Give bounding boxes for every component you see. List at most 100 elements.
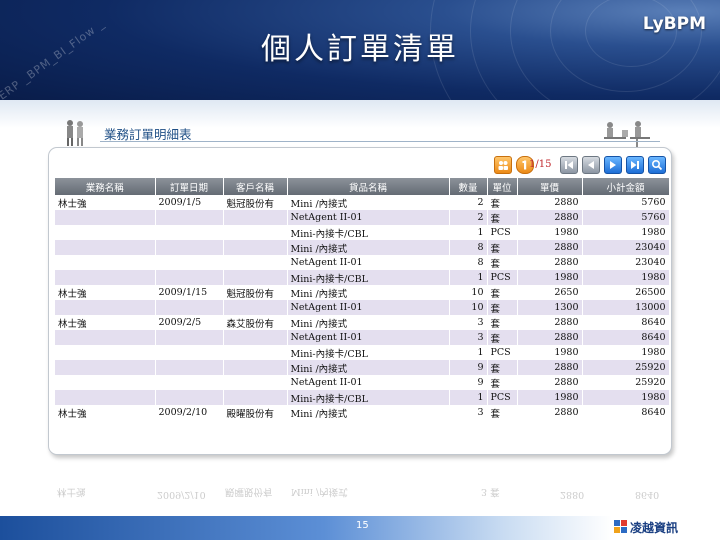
subtotal-cell: 8640 (582, 405, 670, 420)
table-row[interactable]: Mini-內接卡/CBL 1 PCS 1980 1980 (55, 270, 670, 285)
order-date-cell (155, 300, 224, 315)
table-row[interactable]: Mini /內接式 8 套 2880 23040 (55, 240, 670, 255)
table-row[interactable]: 林士強 2009/2/5 森艾股份有 Mini /內接式 3 套 2880 8640 (55, 315, 670, 330)
product-cell: NetAgent II-01 (287, 375, 450, 390)
order-date-cell (155, 390, 224, 405)
price-cell: 1980 (517, 270, 583, 285)
price-cell: 2880 (517, 405, 583, 420)
price-cell: 2880 (517, 360, 583, 375)
search-button[interactable] (648, 156, 666, 174)
last-page-button[interactable] (626, 156, 644, 174)
table-row[interactable]: Mini /內接式 9 套 2880 25920 (55, 360, 670, 375)
price-cell: 2880 (517, 210, 583, 225)
product-cell: Mini-內接卡/CBL (287, 270, 450, 285)
price-cell: 1980 (517, 345, 583, 360)
qty-cell: 9 (449, 360, 488, 375)
header-banner: ERP _BPM_BI_Flow _ 個人訂單清單 LyBPM (0, 0, 720, 112)
prev-page-button[interactable] (582, 156, 600, 174)
table-row[interactable]: Mini-內接卡/CBL 1 PCS 1980 1980 (55, 390, 670, 405)
unit-cell: 套 (487, 210, 518, 225)
column-header[interactable]: 數量 (449, 178, 488, 195)
unit-cell: 套 (487, 195, 518, 210)
table-row[interactable]: 林士強 2009/1/5 魁冠股份有 Mini /內接式 2 套 2880 5760 (55, 195, 670, 210)
sales-rep-cell (55, 255, 156, 270)
column-header[interactable]: 客戶名稱 (223, 178, 288, 195)
table-row[interactable]: NetAgent II-01 10 套 1300 13000 (55, 300, 670, 315)
sales-rep-cell (55, 300, 156, 315)
first-page-icon (565, 161, 573, 169)
column-header[interactable]: 業務名稱 (55, 178, 156, 195)
qty-cell: 3 (449, 315, 488, 330)
unit-cell: 套 (487, 405, 518, 420)
qty-cell: 10 (449, 300, 488, 315)
column-header[interactable]: 小計金額 (582, 178, 670, 195)
product-cell: Mini-內接卡/CBL (287, 225, 450, 240)
column-header[interactable]: 單位 (487, 178, 518, 195)
brand-label: LyBPM (642, 14, 706, 34)
group-icon (498, 161, 508, 170)
price-cell: 1980 (517, 225, 583, 240)
unit-cell: PCS (487, 225, 518, 240)
table-row[interactable]: NetAgent II-01 8 套 2880 23040 (55, 255, 670, 270)
customer-cell (223, 300, 288, 315)
sales-rep-cell (55, 330, 156, 345)
company-logo: 凌越資訊 (630, 521, 679, 535)
column-header[interactable]: 訂單日期 (155, 178, 224, 195)
order-date-cell (155, 210, 224, 225)
sales-rep-cell (55, 225, 156, 240)
table-row[interactable]: Mini-內接卡/CBL 1 PCS 1980 1980 (55, 225, 670, 240)
order-date-cell: 2009/2/10 (155, 405, 224, 420)
customer-cell (223, 345, 288, 360)
sales-rep-cell (55, 375, 156, 390)
sales-rep-cell (55, 240, 156, 255)
customer-cell: 魁冠股份有 (223, 195, 288, 210)
price-cell: 2650 (517, 285, 583, 300)
product-cell: NetAgent II-01 (287, 300, 450, 315)
order-date-cell (155, 225, 224, 240)
price-cell: 2880 (517, 315, 583, 330)
order-date-cell (155, 240, 224, 255)
table-row[interactable]: NetAgent II-01 9 套 2880 25920 (55, 375, 670, 390)
first-page-button[interactable] (560, 156, 578, 174)
subtotal-cell: 8640 (582, 315, 670, 330)
customer-cell: 森艾股份有 (223, 315, 288, 330)
subtotal-cell: 1980 (582, 345, 670, 360)
table-body: 林士強 2009/1/5 魁冠股份有 Mini /內接式 2 套 2880 5760 NetAg… (55, 195, 670, 420)
table-row[interactable]: 林士強 2009/2/10 殿曜股份有 Mini /內接式 3 套 2880 8640 (55, 405, 670, 420)
price-cell: 2880 (517, 195, 583, 210)
subtotal-cell: 5760 (582, 210, 670, 225)
order-date-cell: 2009/1/15 (155, 285, 224, 300)
order-date-cell (155, 375, 224, 390)
subtotal-cell: 1980 (582, 270, 670, 285)
qty-cell: 9 (449, 375, 488, 390)
last-page-icon (631, 161, 639, 169)
product-cell: Mini /內接式 (287, 360, 450, 375)
unit-cell: PCS (487, 345, 518, 360)
qty-cell: 2 (449, 210, 488, 225)
price-cell: 2880 (517, 240, 583, 255)
qty-cell: 3 (449, 330, 488, 345)
product-cell: Mini /內接式 (287, 240, 450, 255)
business-people-icon (67, 120, 83, 146)
table-row[interactable]: 林士強 2009/1/15 魁冠股份有 Mini /內接式 10 套 2650 26500 (55, 285, 670, 300)
subtotal-cell: 25920 (582, 375, 670, 390)
sales-rep-cell: 林士強 (55, 285, 156, 300)
next-page-icon (610, 161, 616, 169)
table-row[interactable]: NetAgent II-01 2 套 2880 5760 (55, 210, 670, 225)
table-row[interactable]: NetAgent II-01 3 套 2880 8640 (55, 330, 670, 345)
next-page-button[interactable] (604, 156, 622, 174)
sales-rep-cell: 林士強 (55, 315, 156, 330)
customer-cell (223, 255, 288, 270)
sales-rep-cell: 林士強 (55, 195, 156, 210)
column-header[interactable]: 貨品名稱 (287, 178, 450, 195)
column-header[interactable]: 單價 (517, 178, 583, 195)
subtotal-cell: 8640 (582, 330, 670, 345)
group-button[interactable] (494, 156, 512, 174)
page-number: 15 (356, 520, 369, 531)
unit-cell: 套 (487, 240, 518, 255)
qty-cell: 10 (449, 285, 488, 300)
table-row[interactable]: Mini-內接卡/CBL 1 PCS 1980 1980 (55, 345, 670, 360)
subtotal-cell: 26500 (582, 285, 670, 300)
unit-cell: 套 (487, 300, 518, 315)
sales-rep-cell (55, 360, 156, 375)
